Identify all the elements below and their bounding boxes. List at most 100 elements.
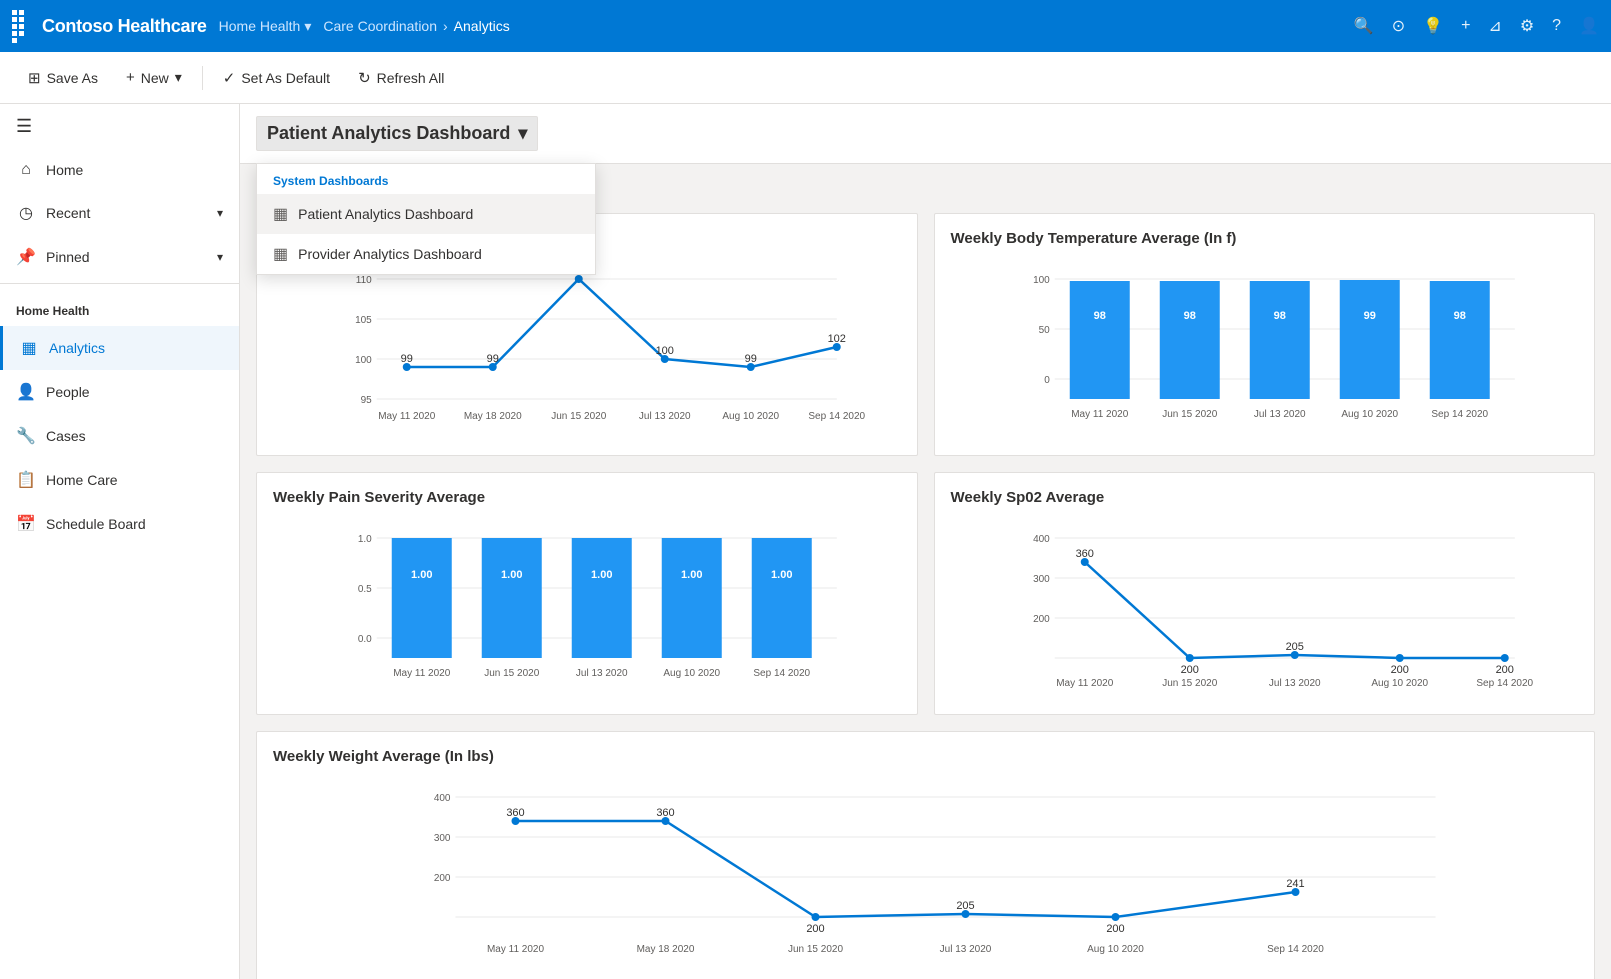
svg-text:0.0: 0.0 — [358, 634, 372, 645]
save-as-button[interactable]: ⊞ Save As — [16, 63, 110, 93]
svg-text:98: 98 — [1093, 310, 1105, 322]
svg-text:1.00: 1.00 — [411, 569, 432, 581]
sidebar-item-recent-label: Recent — [46, 205, 90, 221]
help-icon[interactable]: ? — [1552, 17, 1561, 35]
dropdown-item-patient-analytics[interactable]: ▦ Patient Analytics Dashboard — [257, 194, 595, 234]
settings-icon[interactable]: ⚙ — [1520, 16, 1534, 36]
dashboard-grid-icon-2: ▦ — [273, 244, 288, 264]
dashboard-dropdown-menu: System Dashboards ▦ Patient Analytics Da… — [256, 163, 596, 275]
people-icon: 👤 — [16, 382, 36, 402]
homecare-icon: 📋 — [16, 470, 36, 490]
sidebar-item-pinned[interactable]: 📌 Pinned ▾ — [0, 235, 239, 279]
user-icon[interactable]: 👤 — [1579, 16, 1599, 36]
add-icon[interactable]: + — [1461, 17, 1470, 35]
sidebar-item-scheduleboard[interactable]: 📅 Schedule Board — [0, 502, 239, 546]
refresh-all-button[interactable]: ↻ Refresh All — [346, 63, 456, 93]
app-launcher-icon[interactable] — [12, 10, 30, 43]
sidebar-item-cases[interactable]: 🔧 Cases — [0, 414, 239, 458]
svg-text:Aug 10 2020: Aug 10 2020 — [1371, 678, 1428, 689]
sidebar-item-recent[interactable]: ◷ Recent ▾ — [0, 191, 239, 235]
svg-text:0: 0 — [1044, 375, 1050, 386]
new-button[interactable]: + New ▾ — [114, 63, 194, 92]
dropdown-item-provider-label: Provider Analytics Dashboard — [298, 246, 482, 262]
dropdown-item-provider-analytics[interactable]: ▦ Provider Analytics Dashboard — [257, 234, 595, 274]
svg-text:110: 110 — [356, 275, 372, 286]
sidebar-item-people[interactable]: 👤 People — [0, 370, 239, 414]
dropdown-chevron-icon: ▾ — [304, 18, 311, 35]
sidebar-item-homecare[interactable]: 📋 Home Care — [0, 458, 239, 502]
svg-text:Jul 13 2020: Jul 13 2020 — [576, 668, 628, 679]
new-icon: + — [126, 69, 135, 86]
sidebar-item-homecare-label: Home Care — [46, 472, 118, 488]
svg-text:241: 241 — [1286, 878, 1304, 890]
svg-text:May 11 2020: May 11 2020 — [487, 944, 545, 955]
svg-text:200: 200 — [1390, 664, 1408, 676]
set-as-default-label: Set As Default — [241, 70, 330, 86]
svg-text:400: 400 — [1033, 534, 1050, 545]
svg-text:Jul 13 2020: Jul 13 2020 — [1268, 678, 1320, 689]
svg-text:99: 99 — [401, 353, 413, 365]
svg-text:400: 400 — [434, 793, 451, 804]
svg-text:Sep 14 2020: Sep 14 2020 — [1431, 409, 1488, 420]
checkmark-icon: ✓ — [223, 69, 236, 87]
new-dropdown-chevron: ▾ — [175, 69, 182, 86]
temperature-chart-card: Weekly Body Temperature Average (In f) 1… — [934, 213, 1596, 456]
weight-chart-container: 400 300 200 — [273, 777, 1578, 977]
lightbulb-icon[interactable]: 💡 — [1423, 16, 1443, 36]
svg-text:1.00: 1.00 — [681, 569, 702, 581]
breadcrumb-separator: › — [443, 18, 448, 34]
svg-text:100: 100 — [355, 355, 372, 366]
sidebar-item-people-label: People — [46, 384, 90, 400]
sidebar-toggle[interactable]: ☰ — [0, 104, 239, 149]
spo2-chart-title: Weekly Sp02 Average — [951, 489, 1579, 506]
clock-icon[interactable]: ⊙ — [1392, 16, 1405, 36]
svg-text:Sep 14 2020: Sep 14 2020 — [753, 668, 810, 679]
content-area: Search Patients n Denman ▾ Weekly Heartr… — [240, 164, 1611, 979]
sidebar-divider — [0, 283, 239, 284]
svg-text:Jun 15 2020: Jun 15 2020 — [551, 411, 606, 422]
analytics-icon: ▦ — [19, 338, 39, 358]
filter-icon[interactable]: ⊿ — [1488, 16, 1501, 36]
spo2-chart-card: Weekly Sp02 Average 400 300 200 — [934, 472, 1596, 715]
svg-text:Jun 15 2020: Jun 15 2020 — [484, 668, 539, 679]
breadcrumb-care-coordination[interactable]: Care Coordination — [323, 18, 437, 34]
svg-text:1.0: 1.0 — [358, 534, 372, 545]
svg-text:Aug 10 2020: Aug 10 2020 — [1087, 944, 1144, 955]
top-nav: Contoso Healthcare Home Health ▾ Care Co… — [0, 0, 1611, 52]
pain-chart-container: 1.0 0.5 0.0 1.00 1.00 1.00 1.00 — [273, 518, 901, 698]
dashboard-title-button[interactable]: Patient Analytics Dashboard ▾ — [256, 116, 538, 151]
svg-text:300: 300 — [1033, 574, 1050, 585]
svg-text:98: 98 — [1183, 310, 1195, 322]
weight-chart-title: Weekly Weight Average (In lbs) — [273, 748, 1578, 765]
spo2-chart-container: 400 300 200 360 — [951, 518, 1579, 698]
svg-text:1.00: 1.00 — [501, 569, 522, 581]
sidebar-item-scheduleboard-label: Schedule Board — [46, 516, 146, 532]
svg-text:0.5: 0.5 — [358, 584, 372, 595]
svg-text:Aug 10 2020: Aug 10 2020 — [663, 668, 720, 679]
svg-text:Jul 13 2020: Jul 13 2020 — [1253, 409, 1305, 420]
sidebar-item-home[interactable]: ⌂ Home — [0, 149, 239, 191]
app-nav-dropdown[interactable]: Home Health ▾ — [219, 18, 312, 35]
pinned-chevron-icon: ▾ — [217, 250, 223, 264]
svg-text:May 11 2020: May 11 2020 — [1071, 409, 1129, 420]
svg-text:100: 100 — [1033, 275, 1050, 286]
svg-text:1.00: 1.00 — [591, 569, 612, 581]
app-name: Contoso Healthcare — [42, 16, 207, 37]
set-as-default-button[interactable]: ✓ Set As Default — [211, 63, 342, 93]
recent-icon: ◷ — [16, 203, 36, 223]
svg-text:Jul 13 2020: Jul 13 2020 — [940, 944, 992, 955]
svg-text:99: 99 — [745, 353, 757, 365]
search-icon[interactable]: 🔍 — [1354, 16, 1374, 36]
svg-text:50: 50 — [1038, 325, 1050, 336]
svg-text:May 18 2020: May 18 2020 — [637, 944, 695, 955]
main-content: Patient Analytics Dashboard ▾ System Das… — [240, 104, 1611, 979]
svg-text:205: 205 — [1285, 641, 1303, 653]
svg-text:Sep 14 2020: Sep 14 2020 — [1476, 678, 1533, 689]
heartrate-chart-container: 110 105 100 95 — [273, 259, 901, 439]
sidebar-item-analytics[interactable]: ▦ Analytics — [0, 326, 239, 370]
svg-text:Aug 10 2020: Aug 10 2020 — [722, 411, 779, 422]
sidebar-section-home-health: Home Health — [0, 288, 239, 326]
dashboard-title: Patient Analytics Dashboard — [267, 123, 510, 144]
sidebar-item-pinned-label: Pinned — [46, 249, 90, 265]
dashboard-header: Patient Analytics Dashboard ▾ System Das… — [240, 104, 1611, 164]
